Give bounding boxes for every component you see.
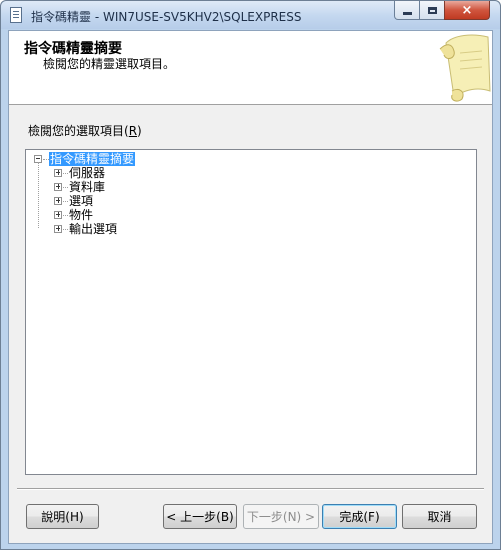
wizard-client-area: 指令碼精靈摘要 檢閱您的精靈選取項目。 檢閱您的選取項目(R) 指令碼精靈摘要 bbox=[8, 30, 493, 544]
maximize-icon bbox=[427, 6, 437, 14]
review-label-text: 檢閱您的選取項目 bbox=[28, 124, 125, 138]
review-selections-label: 檢閱您的選取項目(R) bbox=[28, 124, 142, 138]
tree-item-label[interactable]: 伺服器 bbox=[69, 166, 105, 180]
button-separator bbox=[17, 488, 484, 490]
tree-connector bbox=[63, 187, 68, 188]
tree-item-label[interactable]: 輸出選項 bbox=[69, 222, 117, 236]
expand-icon[interactable] bbox=[54, 211, 62, 219]
back-button[interactable]: < 上一步(B) bbox=[163, 504, 237, 529]
tree-connector bbox=[63, 201, 68, 202]
page-subtitle: 檢閱您的精靈選取項目。 bbox=[43, 57, 176, 71]
minimize-button[interactable] bbox=[394, 1, 420, 20]
minimize-icon bbox=[402, 12, 412, 15]
expand-icon[interactable] bbox=[54, 183, 62, 191]
tree-item-label[interactable]: 資料庫 bbox=[69, 180, 105, 194]
summary-tree[interactable]: 指令碼精靈摘要 伺服器 資料庫 選項 物件 輸出選項 bbox=[25, 149, 477, 475]
maximize-button[interactable] bbox=[419, 1, 445, 20]
scroll-icon bbox=[439, 34, 491, 102]
tree-item-label[interactable]: 物件 bbox=[69, 208, 93, 222]
review-label-mnemonic: R bbox=[128, 124, 138, 138]
expand-icon[interactable] bbox=[54, 197, 62, 205]
finish-button[interactable]: 完成(F) bbox=[322, 504, 397, 529]
cancel-button[interactable]: 取消 bbox=[402, 504, 477, 529]
document-icon bbox=[10, 7, 22, 23]
close-button[interactable]: × bbox=[444, 1, 490, 20]
tree-connector bbox=[63, 215, 68, 216]
tree-guide-line bbox=[38, 162, 39, 228]
wizard-window: 指令碼精靈 - WIN7USE-SV5KHV2\SQLEXPRESS × 指令碼… bbox=[0, 0, 501, 550]
close-icon: × bbox=[461, 2, 473, 18]
wizard-header: 指令碼精靈摘要 檢閱您的精靈選取項目。 bbox=[9, 31, 492, 105]
help-button[interactable]: 說明(H) bbox=[26, 504, 99, 529]
expand-icon[interactable] bbox=[54, 169, 62, 177]
next-button[interactable]: 下一步(N) > bbox=[243, 504, 319, 529]
tree-connector bbox=[63, 229, 68, 230]
tree-connector bbox=[63, 173, 68, 174]
tree-root-label[interactable]: 指令碼精靈摘要 bbox=[49, 152, 136, 166]
title-bar[interactable]: 指令碼精靈 - WIN7USE-SV5KHV2\SQLEXPRESS × bbox=[1, 1, 500, 29]
window-title: 指令碼精靈 - WIN7USE-SV5KHV2\SQLEXPRESS bbox=[31, 10, 302, 24]
tree-item-label[interactable]: 選項 bbox=[69, 194, 93, 208]
expand-icon[interactable] bbox=[54, 225, 62, 233]
